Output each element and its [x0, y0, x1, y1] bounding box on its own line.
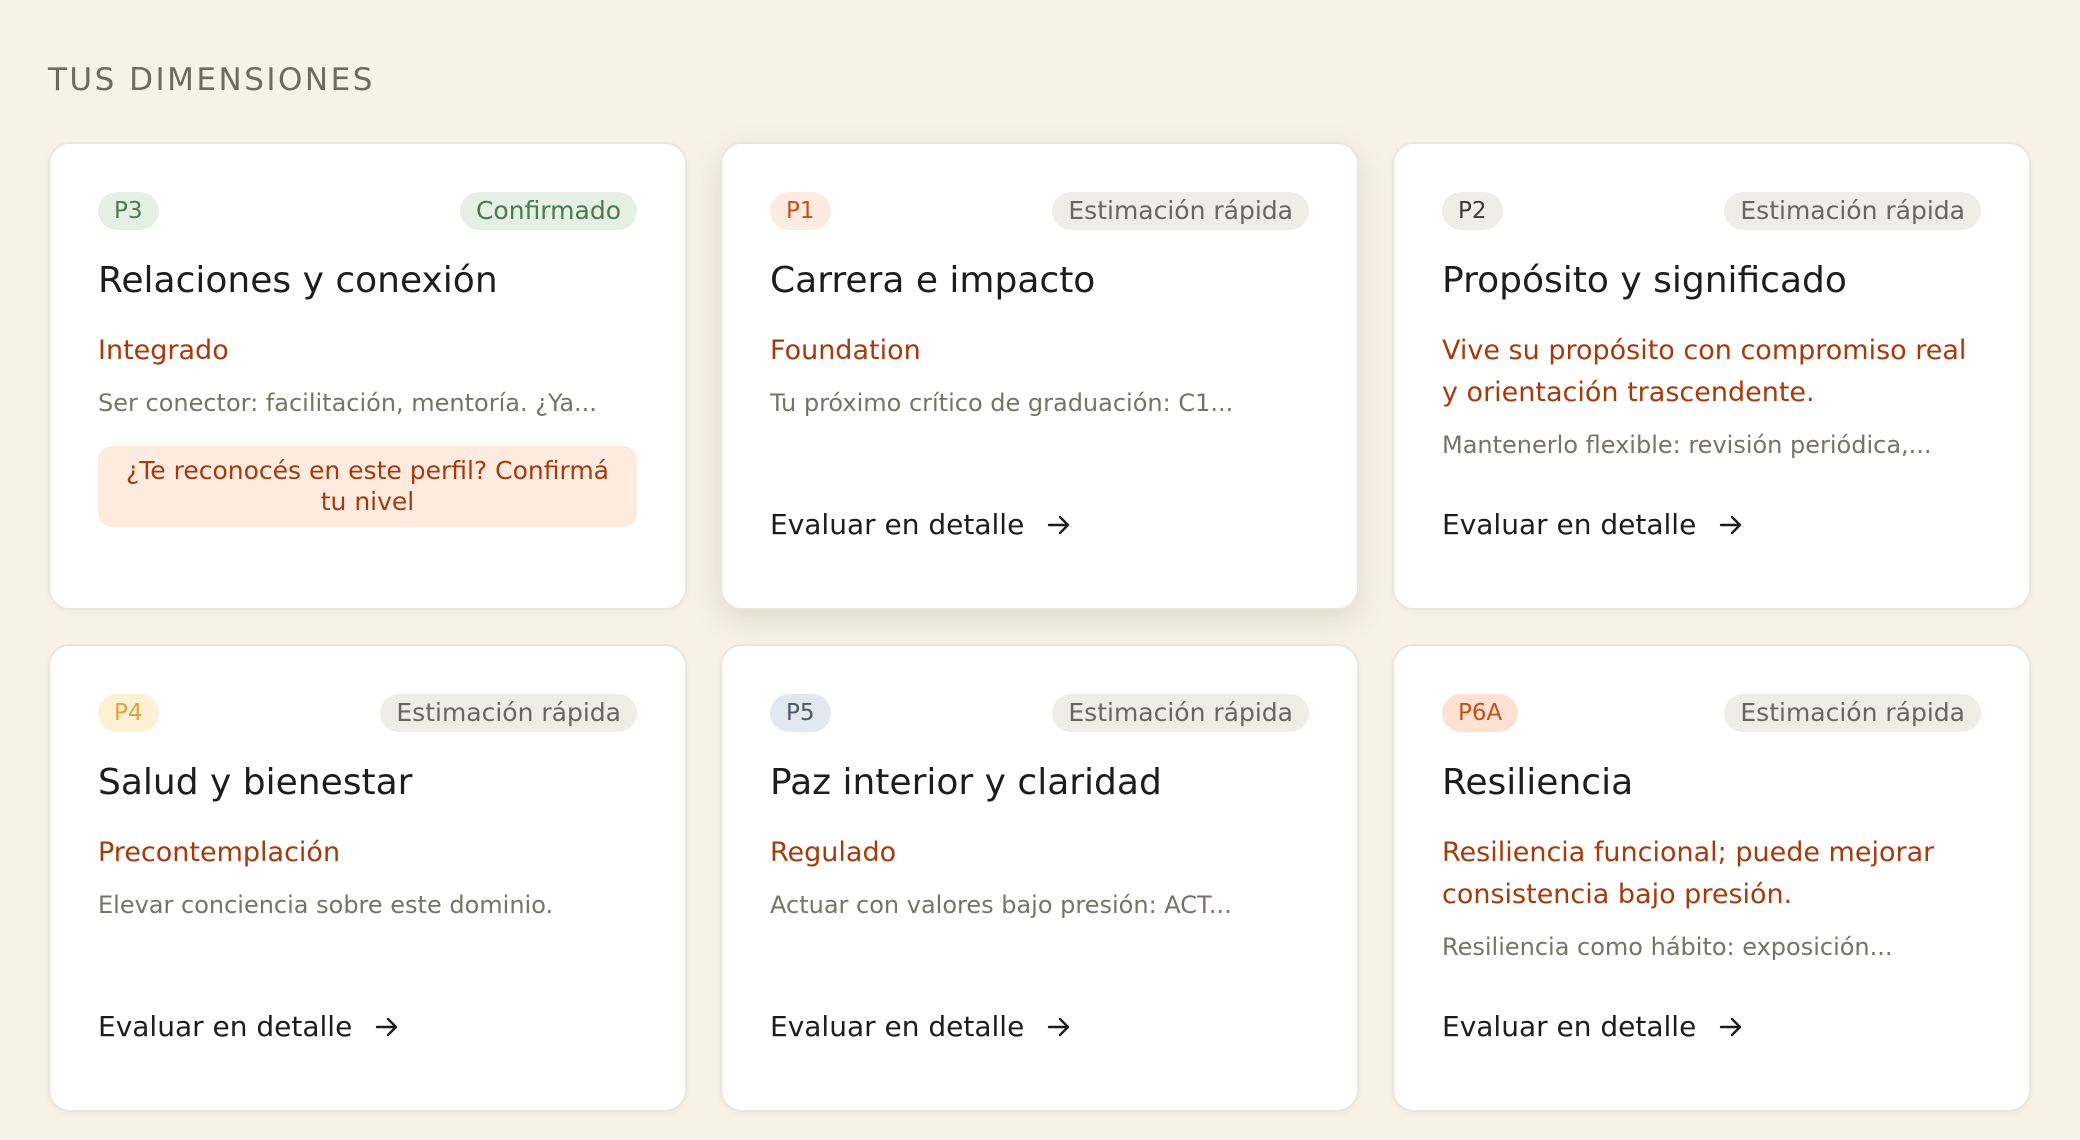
dimension-card-p5[interactable]: P5 Estimación rápida Paz interior y clar… [720, 644, 1359, 1112]
dimension-title: Carrera e impacto [770, 260, 1096, 301]
arrow-right-icon [1046, 1014, 1072, 1040]
card-header: P3 Confirmado [98, 192, 637, 230]
dimension-description: Tu próximo crítico de graduación: C1... [770, 389, 1234, 417]
evaluate-detail-link[interactable]: Evaluar en detalle [770, 508, 1072, 541]
status-badge: Confirmado [459, 192, 637, 230]
dimension-code-badge: P2 [1442, 192, 1503, 230]
dimension-description: Resiliencia como hábito: exposición... [1442, 933, 1893, 961]
status-badge: Estimación rápida [380, 694, 637, 732]
evaluate-detail-link[interactable]: Evaluar en detalle [1442, 508, 1744, 541]
status-badge: Estimación rápida [1052, 694, 1309, 732]
section-title: TUS DIMENSIONES [48, 62, 375, 98]
dimension-card-p3[interactable]: P3 Confirmado Relaciones y conexión Inte… [48, 142, 687, 610]
evaluate-detail-link[interactable]: Evaluar en detalle [98, 1010, 400, 1043]
dimension-card-p1[interactable]: P1 Estimación rápida Carrera e impacto F… [720, 142, 1359, 610]
evaluate-detail-label: Evaluar en detalle [1442, 508, 1697, 541]
dimension-code-badge: P6A [1442, 694, 1519, 732]
dimension-description: Ser conector: facilitación, mentoría. ¿Y… [98, 389, 597, 417]
dimension-title: Relaciones y conexión [98, 260, 498, 301]
dimension-title: Paz interior y claridad [770, 762, 1162, 803]
evaluate-detail-label: Evaluar en detalle [1442, 1010, 1697, 1043]
status-badge: Estimación rápida [1724, 694, 1981, 732]
dimension-level: Vive su propósito con compromiso real y … [1442, 335, 1967, 408]
dimensions-grid: P3 Confirmado Relaciones y conexión Inte… [48, 142, 2031, 1112]
status-badge: Estimación rápida [1724, 192, 1981, 230]
confirm-level-button[interactable]: ¿Te reconocés en este perfil? Confirmá t… [98, 446, 637, 527]
dimension-level: Resiliencia funcional; puede mejorar con… [1442, 837, 1935, 910]
dimension-card-p4[interactable]: P4 Estimación rápida Salud y bienestar P… [48, 644, 687, 1112]
card-header: P5 Estimación rápida [770, 694, 1309, 732]
dimension-title: Salud y bienestar [98, 762, 413, 803]
evaluate-detail-link[interactable]: Evaluar en detalle [770, 1010, 1072, 1043]
dimension-level: Integrado [98, 335, 229, 366]
dimension-card-p2[interactable]: P2 Estimación rápida Propósito y signifi… [1392, 142, 2031, 610]
card-header: P2 Estimación rápida [1442, 192, 1981, 230]
dimension-code-badge: P4 [98, 694, 159, 732]
arrow-right-icon [374, 1014, 400, 1040]
card-header: P4 Estimación rápida [98, 694, 637, 732]
dimension-level: Foundation [770, 335, 921, 366]
status-badge: Estimación rápida [1052, 192, 1309, 230]
card-header: P6A Estimación rápida [1442, 694, 1981, 732]
arrow-right-icon [1718, 1014, 1744, 1040]
dimension-code-badge: P3 [98, 192, 159, 230]
dimension-code-badge: P1 [770, 192, 831, 230]
evaluate-detail-label: Evaluar en detalle [770, 508, 1025, 541]
dimension-description: Mantenerlo flexible: revisión periódica,… [1442, 431, 1932, 459]
arrow-right-icon [1046, 512, 1072, 538]
dimension-description: Actuar con valores bajo presión: ACT... [770, 891, 1232, 919]
dimension-level: Precontemplación [98, 837, 341, 868]
evaluate-detail-link[interactable]: Evaluar en detalle [1442, 1010, 1744, 1043]
dimension-level: Regulado [770, 837, 897, 868]
dimension-description: Elevar conciencia sobre este dominio. [98, 891, 554, 919]
evaluate-detail-label: Evaluar en detalle [98, 1010, 353, 1043]
dimension-code-badge: P5 [770, 694, 831, 732]
dimension-title: Propósito y significado [1442, 260, 1847, 301]
evaluate-detail-label: Evaluar en detalle [770, 1010, 1025, 1043]
dimension-title: Resiliencia [1442, 762, 1634, 803]
dimension-card-p6a[interactable]: P6A Estimación rápida Resiliencia Resili… [1392, 644, 2031, 1112]
arrow-right-icon [1718, 512, 1744, 538]
card-header: P1 Estimación rápida [770, 192, 1309, 230]
